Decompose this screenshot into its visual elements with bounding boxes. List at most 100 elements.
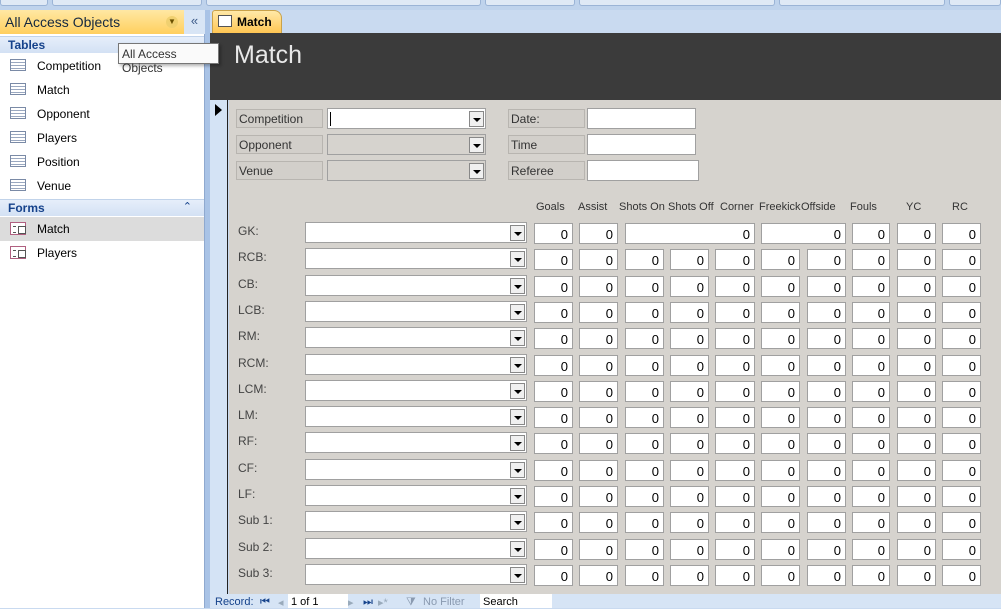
stat-field[interactable]: 0 [761, 328, 800, 349]
stat-field[interactable]: 0 [942, 249, 981, 270]
stat-field[interactable]: 0 [942, 512, 981, 533]
player-combo[interactable] [305, 485, 527, 506]
dropdown-arrow-icon[interactable] [469, 163, 484, 179]
nav-item-players[interactable]: Players [0, 126, 204, 150]
stat-field[interactable]: 0 [852, 381, 890, 402]
stat-field[interactable]: 0 [625, 328, 664, 349]
stat-field[interactable]: 0 [534, 512, 573, 533]
nav-item-match[interactable]: Match [0, 78, 204, 102]
stat-field[interactable]: 0 [625, 512, 664, 533]
chevron-down-icon[interactable]: ▼ [166, 16, 178, 28]
nav-group-forms[interactable]: Forms ⌃ [0, 199, 204, 216]
stat-field[interactable]: 0 [761, 407, 800, 428]
dropdown-arrow-icon[interactable] [510, 488, 525, 504]
stat-field[interactable]: 0 [761, 355, 800, 376]
player-combo[interactable] [305, 275, 527, 296]
stat-field[interactable]: 0 [942, 460, 981, 481]
stat-field[interactable]: 0 [579, 328, 618, 349]
dropdown-arrow-icon[interactable] [510, 462, 525, 478]
stat-field[interactable]: 0 [670, 512, 709, 533]
dropdown-arrow-icon[interactable] [469, 137, 484, 153]
stat-field[interactable]: 0 [942, 381, 981, 402]
stat-field[interactable]: 0 [579, 302, 618, 323]
stat-field[interactable]: 0 [579, 539, 618, 560]
stat-field[interactable]: 0 [715, 565, 755, 586]
stat-field[interactable]: 0 [715, 302, 755, 323]
stat-field[interactable]: 0 [534, 276, 573, 297]
stat-field[interactable]: 0 [625, 407, 664, 428]
stat-field[interactable]: 0 [852, 512, 890, 533]
player-combo[interactable] [305, 538, 527, 559]
stat-field[interactable]: 0 [897, 381, 936, 402]
stat-field[interactable]: 0 [897, 302, 936, 323]
new-record-button[interactable]: ▸* [378, 596, 388, 609]
stat-field[interactable]: 0 [761, 276, 800, 297]
stat-field[interactable]: 0 [715, 512, 755, 533]
stat-field[interactable]: 0 [715, 407, 755, 428]
stat-field[interactable]: 0 [715, 249, 755, 270]
competition-combo[interactable] [327, 108, 486, 129]
stat-field[interactable]: 0 [761, 433, 800, 454]
stat-field[interactable]: 0 [897, 328, 936, 349]
stat-field[interactable]: 0 [534, 486, 573, 507]
stat-field[interactable]: 0 [625, 539, 664, 560]
stat-field[interactable]: 0 [715, 460, 755, 481]
stat-field[interactable]: 0 [579, 355, 618, 376]
stat-field[interactable]: 0 [715, 328, 755, 349]
stat-field[interactable]: 0 [625, 223, 755, 244]
search-input[interactable]: Search [480, 594, 552, 608]
stat-field[interactable]: 0 [670, 486, 709, 507]
stat-field[interactable]: 0 [625, 381, 664, 402]
stat-field[interactable]: 0 [942, 223, 981, 244]
stat-field[interactable]: 0 [897, 407, 936, 428]
stat-field[interactable]: 0 [625, 302, 664, 323]
dropdown-arrow-icon[interactable] [510, 304, 525, 320]
stat-field[interactable]: 0 [534, 223, 573, 244]
stat-field[interactable]: 0 [715, 276, 755, 297]
stat-field[interactable]: 0 [670, 302, 709, 323]
stat-field[interactable]: 0 [625, 486, 664, 507]
stat-field[interactable]: 0 [625, 355, 664, 376]
stat-field[interactable]: 0 [534, 381, 573, 402]
stat-field[interactable]: 0 [897, 276, 936, 297]
stat-field[interactable]: 0 [670, 355, 709, 376]
stat-field[interactable]: 0 [534, 302, 573, 323]
stat-field[interactable]: 0 [715, 486, 755, 507]
record-selector[interactable] [210, 100, 228, 594]
stat-field[interactable]: 0 [942, 539, 981, 560]
stat-field[interactable]: 0 [534, 249, 573, 270]
stat-field[interactable]: 0 [625, 276, 664, 297]
stat-field[interactable]: 0 [897, 486, 936, 507]
stat-field[interactable]: 0 [897, 355, 936, 376]
stat-field[interactable]: 0 [715, 355, 755, 376]
dropdown-arrow-icon[interactable] [510, 409, 525, 425]
stat-field[interactable]: 0 [534, 460, 573, 481]
player-combo[interactable] [305, 459, 527, 480]
stat-field[interactable]: 0 [625, 433, 664, 454]
stat-field[interactable]: 0 [807, 512, 846, 533]
stat-field[interactable]: 0 [761, 381, 800, 402]
stat-field[interactable]: 0 [852, 328, 890, 349]
stat-field[interactable]: 0 [852, 565, 890, 586]
stat-field[interactable]: 0 [761, 512, 800, 533]
stat-field[interactable]: 0 [897, 460, 936, 481]
stat-field[interactable]: 0 [761, 539, 800, 560]
stat-field[interactable]: 0 [942, 565, 981, 586]
stat-field[interactable]: 0 [807, 355, 846, 376]
stat-field[interactable]: 0 [579, 249, 618, 270]
stat-field[interactable]: 0 [807, 565, 846, 586]
stat-field[interactable]: 0 [534, 407, 573, 428]
stat-field[interactable]: 0 [897, 249, 936, 270]
stat-field[interactable]: 0 [670, 565, 709, 586]
stat-field[interactable]: 0 [715, 433, 755, 454]
dropdown-arrow-icon[interactable] [510, 225, 525, 241]
player-combo[interactable] [305, 248, 527, 269]
stat-field[interactable]: 0 [852, 433, 890, 454]
stat-field[interactable]: 0 [670, 276, 709, 297]
stat-field[interactable]: 0 [897, 433, 936, 454]
stat-field[interactable]: 0 [670, 249, 709, 270]
stat-field[interactable]: 0 [670, 460, 709, 481]
stat-field[interactable]: 0 [534, 565, 573, 586]
stat-field[interactable]: 0 [807, 539, 846, 560]
player-combo[interactable] [305, 327, 527, 348]
